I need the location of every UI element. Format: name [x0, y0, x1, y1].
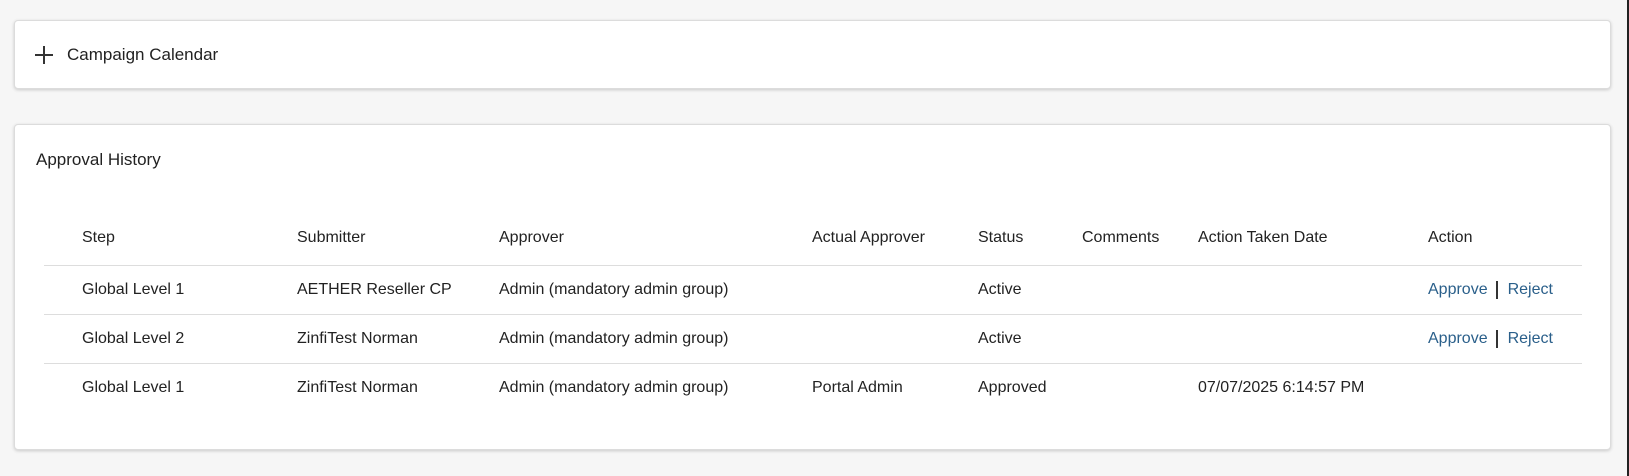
- cell-approver: Admin (mandatory admin group): [499, 379, 729, 396]
- cell-action: Approve Reject: [1388, 281, 1582, 299]
- plus-icon[interactable]: [33, 44, 55, 66]
- column-header-comments: Comments: [1082, 229, 1160, 246]
- cell-action-taken-date: 07/07/2025 6:14:57 PM: [1198, 379, 1365, 396]
- approve-link[interactable]: Approve: [1428, 281, 1488, 299]
- cell-actual-approver: Portal Admin: [812, 379, 903, 396]
- cell-submitter: ZinfiTest Norman: [297, 379, 418, 396]
- cell-approver: Admin (mandatory admin group): [499, 281, 729, 298]
- cell-step: Global Level 2: [82, 330, 185, 347]
- cell-status: Approved: [978, 379, 1047, 396]
- table-header-row: Step Submitter Approver Actual Approver …: [44, 211, 1582, 265]
- column-header-step: Step: [82, 229, 115, 246]
- cell-submitter: ZinfiTest Norman: [297, 330, 418, 347]
- column-header-action-taken-date: Action Taken Date: [1198, 229, 1328, 246]
- cell-submitter: AETHER Reseller CP: [297, 281, 452, 298]
- column-header-status: Status: [978, 229, 1024, 246]
- column-header-submitter: Submitter: [297, 229, 366, 246]
- action-separator: [1495, 281, 1498, 299]
- approve-link[interactable]: Approve: [1428, 330, 1488, 348]
- cell-action: Approve Reject: [1388, 330, 1582, 348]
- campaign-calendar-panel[interactable]: Campaign Calendar: [14, 20, 1611, 89]
- table-row: Global Level 2 ZinfiTest Norman Admin (m…: [44, 314, 1582, 363]
- cell-approver: Admin (mandatory admin group): [499, 330, 729, 347]
- cell-step: Global Level 1: [82, 379, 185, 396]
- column-header-action: Action: [1428, 229, 1473, 246]
- reject-link[interactable]: Reject: [1508, 281, 1553, 299]
- cell-step: Global Level 1: [82, 281, 185, 298]
- action-separator: [1495, 330, 1498, 348]
- cell-status: Active: [978, 281, 1022, 298]
- table-row: Global Level 1 AETHER Reseller CP Admin …: [44, 265, 1582, 314]
- cell-status: Active: [978, 330, 1022, 347]
- table-row: Global Level 1 ZinfiTest Norman Admin (m…: [44, 363, 1582, 412]
- approval-history-title: Approval History: [36, 150, 161, 169]
- approval-history-table: Step Submitter Approver Actual Approver …: [44, 211, 1582, 412]
- column-header-approver: Approver: [499, 229, 564, 246]
- approval-history-panel: Approval History Step Submitter Approver…: [14, 124, 1611, 450]
- campaign-calendar-title[interactable]: Campaign Calendar: [67, 45, 218, 65]
- column-header-actual-approver: Actual Approver: [812, 229, 925, 246]
- reject-link[interactable]: Reject: [1508, 330, 1553, 348]
